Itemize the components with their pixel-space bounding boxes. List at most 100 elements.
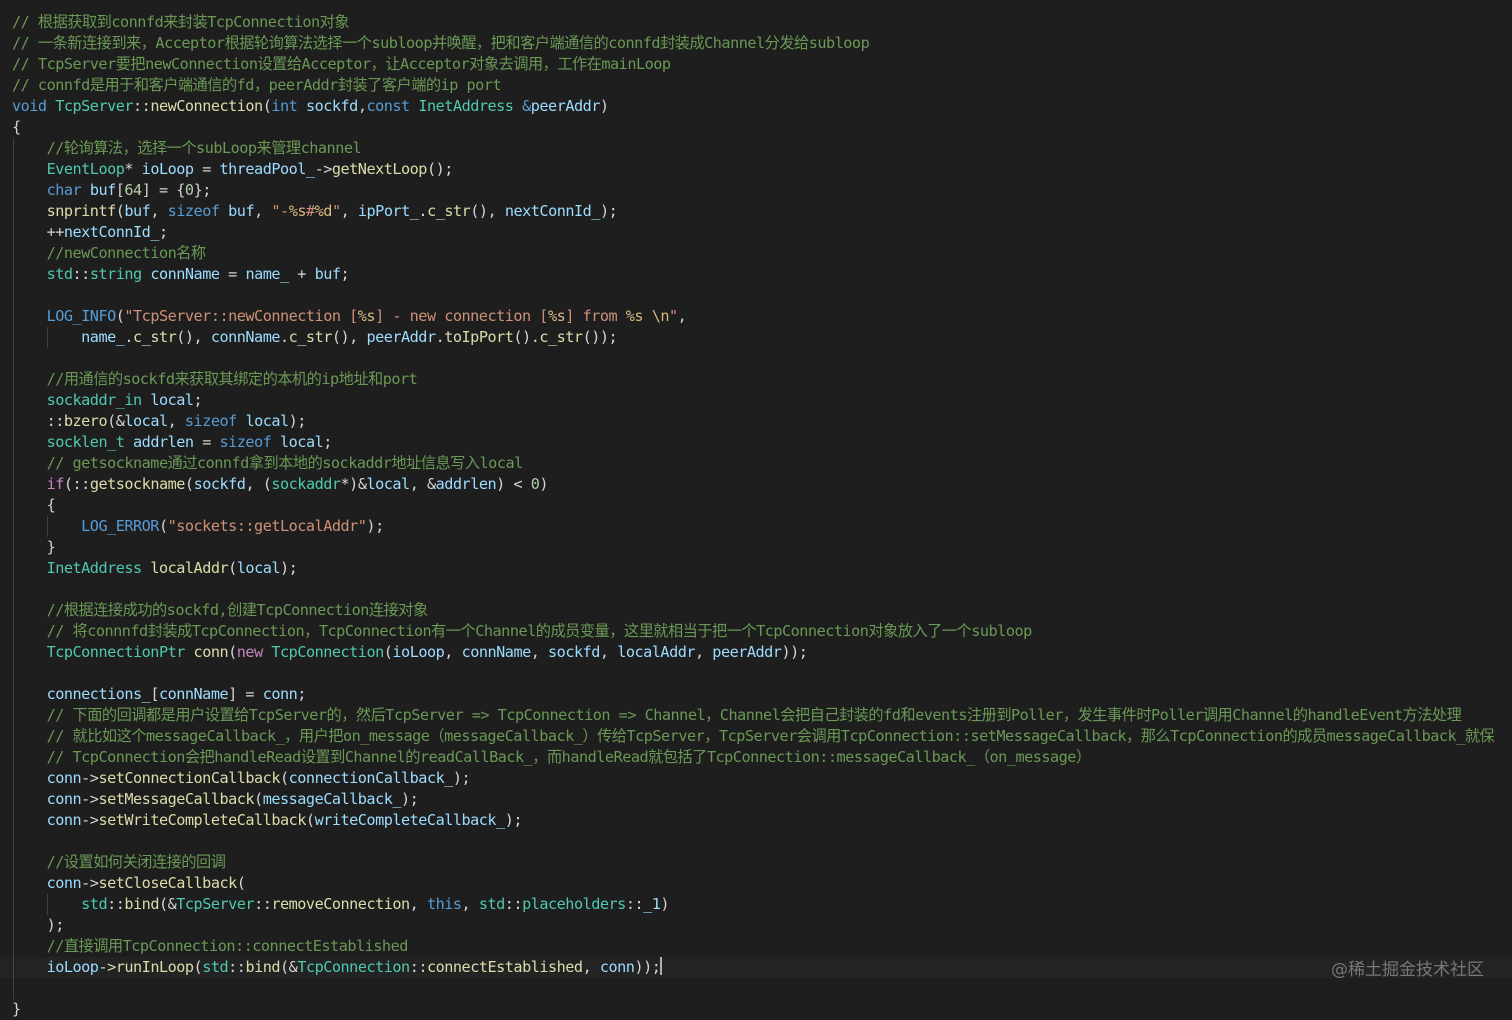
code-line[interactable]: // TcpConnection会把handleRead设置到Channel的r… [0,747,1092,768]
code-line[interactable] [0,831,12,852]
code-line[interactable]: // 将connnfd封装成TcpConnection，TcpConnectio… [0,621,1033,642]
code-line[interactable]: // 根据获取到connfd来封装TcpConnection对象 [0,12,350,33]
code-line[interactable]: ); [0,915,65,936]
code-line[interactable]: snprintf(buf, sizeof buf, "-%s#%d", ipPo… [0,201,618,222]
code-line[interactable]: //用通信的sockfd来获取其绑定的本机的ip地址和port [0,369,418,390]
code-token: , [530,643,549,661]
code-token: , & [409,475,436,493]
code-token: buf [124,202,151,220]
code-line[interactable]: // 一条新连接到来，Acceptor根据轮询算法选择一个subloop并唤醒，… [0,33,870,54]
code-token: sockfd [548,643,600,661]
code-line[interactable]: connections_[connName] = conn; [0,684,307,705]
code-token: snprintf [46,202,117,220]
code-token: connName [158,685,229,703]
code-line[interactable]: } [0,537,56,558]
code-token: ); [452,769,471,787]
code-token: * [124,160,142,178]
code-token: connectEstablished [426,958,583,976]
code-token: = [193,160,220,178]
code-token: + [288,265,315,283]
code-line[interactable]: // TcpServer要把newConnection设置给Acceptor，让… [0,54,671,75]
code-token: %s [547,307,566,325]
code-line[interactable]: std::string connName = name_ + buf; [0,264,350,285]
code-token: :: [504,895,523,913]
code-line[interactable]: sockaddr_in local; [0,390,203,411]
code-token: ); [366,517,384,535]
code-token: name_ [245,265,289,283]
code-line[interactable]: //根据连接成功的sockfd,创建TcpConnection连接对象 [0,600,429,621]
code-token: setCloseCallback [98,874,237,892]
code-token: addrlen [133,433,194,451]
code-token: sizeof [184,412,237,430]
code-line[interactable]: { [0,495,56,516]
code-token: conn [46,874,82,892]
code-line[interactable]: EventLoop* ioLoop = threadPool_->getNext… [0,159,454,180]
code-line[interactable]: // getsockname通过connfd拿到本地的sockaddr地址信息写… [0,453,524,474]
code-line[interactable]: //设置如何关闭连接的回调 [0,852,226,873]
code-line[interactable]: // connfd是用于和客户端通信的fd，peerAddr封装了客户端的ip … [0,75,502,96]
code-token: sockfd [193,475,246,493]
code-token: # [305,202,315,220]
code-token: _1 [643,895,661,913]
code-line[interactable]: name_.c_str(), connName.c_str(), peerAdd… [0,327,617,348]
code-line[interactable] [0,348,12,369]
code-line[interactable]: void TcpServer::newConnection(int sockfd… [0,96,609,117]
code-line[interactable]: { [0,117,21,138]
code-token: setWriteCompleteCallback [98,811,306,829]
code-token: TcpConnectionPtr [46,643,186,661]
code-token: ) [660,895,670,913]
code-token: , [340,202,358,220]
code-line[interactable]: socklen_t addrlen = sizeof local; [0,432,333,453]
code-line[interactable]: conn->setWriteCompleteCallback(writeComp… [0,810,523,831]
code-token: %s [357,307,376,325]
code-token: , [695,643,713,661]
code-token: , [167,412,185,430]
code-line[interactable]: LOG_INFO("TcpServer::newConnection [%s] … [0,306,687,327]
code-line[interactable]: ::bzero(&local, sizeof local); [0,411,307,432]
code-token: // TcpConnection会把handleRead设置到Channel的r… [46,748,1092,766]
code-token: (); [426,160,453,178]
code-token: sizeof [219,433,272,451]
code-line[interactable] [0,978,12,999]
code-token: // 一条新连接到来，Acceptor根据轮询算法选择一个subloop并唤醒，… [12,34,870,52]
code-token: -> [81,769,99,787]
code-line[interactable] [0,285,12,306]
code-token: InetAddress [418,97,514,115]
code-line[interactable]: //newConnection名称 [0,243,207,264]
code-line[interactable]: LOG_ERROR("sockets::getLocalAddr"); [0,516,384,537]
code-token: c_str [288,328,333,346]
code-line[interactable]: if(::getsockname(sockfd, (sockaddr*)&loc… [0,474,549,495]
code-line[interactable]: conn->setMessageCallback(messageCallback… [0,789,419,810]
code-line[interactable] [0,579,12,600]
code-token: const [366,97,410,115]
code-line[interactable]: // 就比如这个messageCallback_，用户把on_message（m… [0,726,1495,747]
code-line[interactable] [0,663,12,684]
code-line[interactable]: ++nextConnId_; [0,222,169,243]
code-line[interactable]: conn->setConnectionCallback(connectionCa… [0,768,471,789]
code-editor[interactable]: // 根据获取到connfd来封装TcpConnection对象 // 一条新连接… [0,0,1512,1018]
code-line[interactable]: } [0,999,21,1020]
code-line[interactable]: // 下面的回调都是用户设置给TcpServer的，然后TcpServer =>… [0,705,1462,726]
code-line[interactable]: //直接调用TcpConnection::connectEstablished [0,936,409,957]
code-token: { [12,496,56,514]
code-line[interactable]: conn->setCloseCallback( [0,873,246,894]
code-token: connections_ [46,685,151,703]
code-line[interactable]: char buf[64] = {0}; [0,180,212,201]
code-line[interactable]: //轮询算法，选择一个subLoop来管理channel [0,138,362,159]
code-line[interactable]: std::bind(&TcpServer::removeConnection, … [0,894,669,915]
code-token: ( [254,790,263,808]
code-token: ( [228,643,237,661]
code-line[interactable]: TcpConnectionPtr conn(new TcpConnection(… [0,642,808,663]
code-token: connName [210,328,281,346]
code-line[interactable]: InetAddress localAddr(local); [0,558,298,579]
code-line[interactable]: ioLoop->runInLoop(std::bind(&TcpConnecti… [0,957,1512,978]
